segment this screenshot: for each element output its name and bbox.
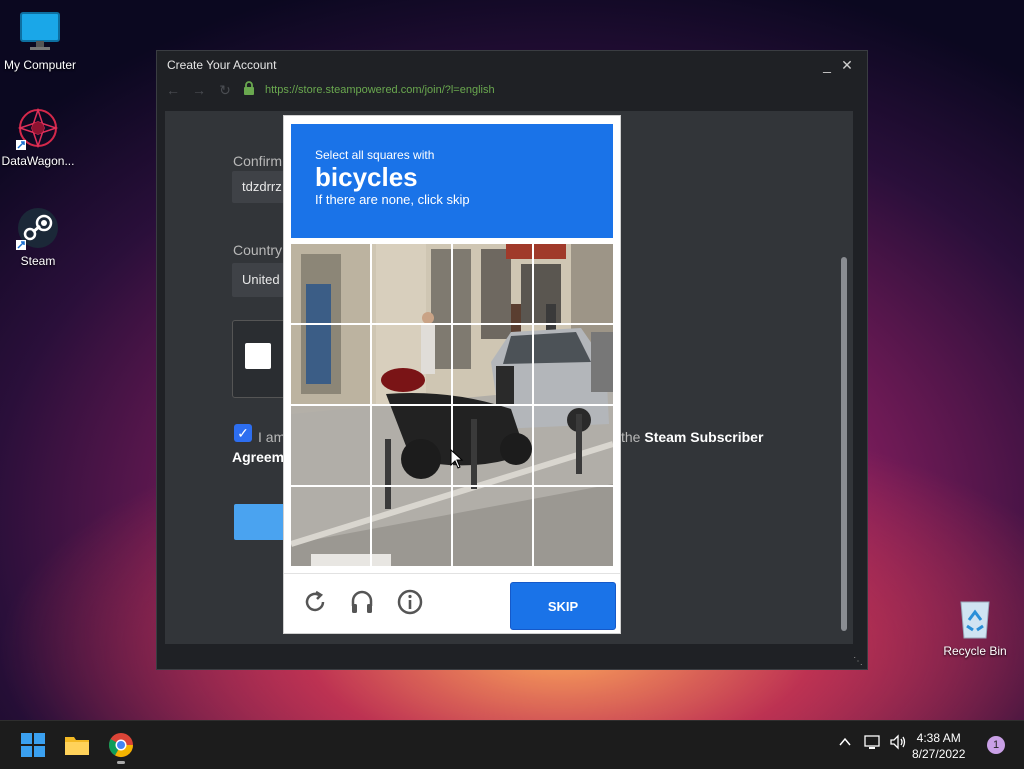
start-icon[interactable]: [19, 731, 47, 759]
minimize-button[interactable]: _: [817, 57, 837, 73]
grid-divider: [291, 323, 613, 325]
recycle-bin-icon: [953, 596, 997, 640]
tile-1-3[interactable]: [453, 244, 532, 323]
forward-arrow-icon[interactable]: →: [191, 82, 207, 98]
subscriber-agreement-link[interactable]: Steam Subscriber: [644, 429, 763, 445]
recaptcha-checkbox[interactable]: [245, 343, 271, 369]
nav-bar: ← → ↻ https://store.steampowered.com/joi…: [157, 79, 867, 101]
clock-date: 8/27/2022: [912, 747, 966, 761]
address-bar[interactable]: https://store.steampowered.com/join/?l=e…: [265, 84, 495, 96]
skip-button[interactable]: SKIP: [510, 582, 616, 630]
grid-divider: [291, 485, 613, 487]
challenge-header: Select all squares with bicycles If ther…: [291, 124, 613, 238]
scrollbar-thumb[interactable]: [841, 257, 847, 631]
chrome-icon[interactable]: [107, 731, 135, 764]
audio-icon[interactable]: [348, 588, 376, 616]
info-icon[interactable]: [396, 588, 424, 616]
lock-icon: [243, 80, 255, 100]
mouse-cursor-icon: [450, 448, 464, 474]
tile-3-2[interactable]: [372, 406, 451, 485]
file-explorer-icon[interactable]: [63, 731, 91, 759]
challenge-hint: If there are none, click skip: [315, 192, 470, 207]
volume-icon[interactable]: [889, 734, 907, 753]
agree-checkbox[interactable]: ✓: [234, 424, 252, 442]
clock-time: 4:38 AM: [916, 731, 961, 745]
desktop-icon-my-computer[interactable]: My Computer: [0, 10, 80, 72]
tile-1-2[interactable]: [372, 244, 451, 323]
agree-text-suffix: the Steam Subscriber: [621, 429, 763, 445]
desktop-icon-label: My Computer: [3, 58, 77, 72]
tile-3-4[interactable]: [534, 406, 613, 485]
tile-1-4[interactable]: [534, 244, 613, 323]
challenge-footer: SKIP: [284, 573, 620, 634]
agreement-link-line2[interactable]: Agreem: [232, 449, 284, 465]
grid-divider: [291, 404, 613, 406]
tile-2-3[interactable]: [453, 325, 532, 404]
tile-4-1[interactable]: [291, 487, 370, 566]
desktop-icon-label: Steam: [20, 254, 56, 268]
chevron-up-icon[interactable]: [838, 735, 852, 752]
desktop-icon-label: Recycle Bin: [943, 644, 1007, 658]
close-button[interactable]: ✕: [837, 57, 857, 74]
taskbar: 4:38 AM 8/27/2022: [0, 720, 1024, 769]
window-titlebar[interactable]: Create Your Account _ ✕: [157, 51, 867, 79]
confirm-label: Confirm: [233, 153, 283, 169]
challenge-image-grid: [291, 244, 613, 566]
resize-grip-icon[interactable]: ⋱: [853, 656, 863, 667]
tile-4-2[interactable]: [372, 487, 451, 566]
scrollbar[interactable]: [839, 111, 849, 644]
tile-2-1[interactable]: [291, 325, 370, 404]
active-indicator: [117, 761, 125, 764]
tile-1-1[interactable]: [291, 244, 370, 323]
tile-3-1[interactable]: [291, 406, 370, 485]
clock[interactable]: 4:38 AM 8/27/2022: [912, 730, 965, 762]
tile-2-4[interactable]: [534, 325, 613, 404]
desktop-icon-recycle-bin[interactable]: Recycle Bin: [935, 596, 1015, 658]
desktop-icon-label: DataWagon...: [1, 154, 75, 168]
challenge-instruction: Select all squares with: [315, 148, 435, 162]
tile-4-4[interactable]: [534, 487, 613, 566]
datawagon-icon: [16, 106, 60, 150]
desktop-icon-steam[interactable]: Steam: [0, 206, 78, 268]
steam-icon: [16, 206, 60, 250]
back-arrow-icon[interactable]: ←: [165, 82, 181, 98]
reload-icon[interactable]: [301, 588, 329, 616]
tile-3-3[interactable]: [453, 406, 532, 485]
reload-icon[interactable]: ↻: [217, 82, 233, 99]
agree-text: I am: [258, 429, 286, 445]
agree-text-the: the: [621, 429, 641, 445]
tile-2-2[interactable]: [372, 325, 451, 404]
country-label: Country: [233, 242, 283, 258]
monitor-icon: [18, 10, 62, 54]
challenge-target: bicycles: [315, 162, 418, 192]
notification-badge[interactable]: 1: [987, 736, 1005, 754]
recaptcha-challenge: Select all squares with bicycles If ther…: [283, 115, 621, 634]
window-title: Create Your Account: [167, 58, 277, 72]
network-icon[interactable]: [864, 734, 882, 753]
tile-4-3[interactable]: [453, 487, 532, 566]
desktop-icon-datawagon[interactable]: DataWagon...: [0, 106, 78, 168]
